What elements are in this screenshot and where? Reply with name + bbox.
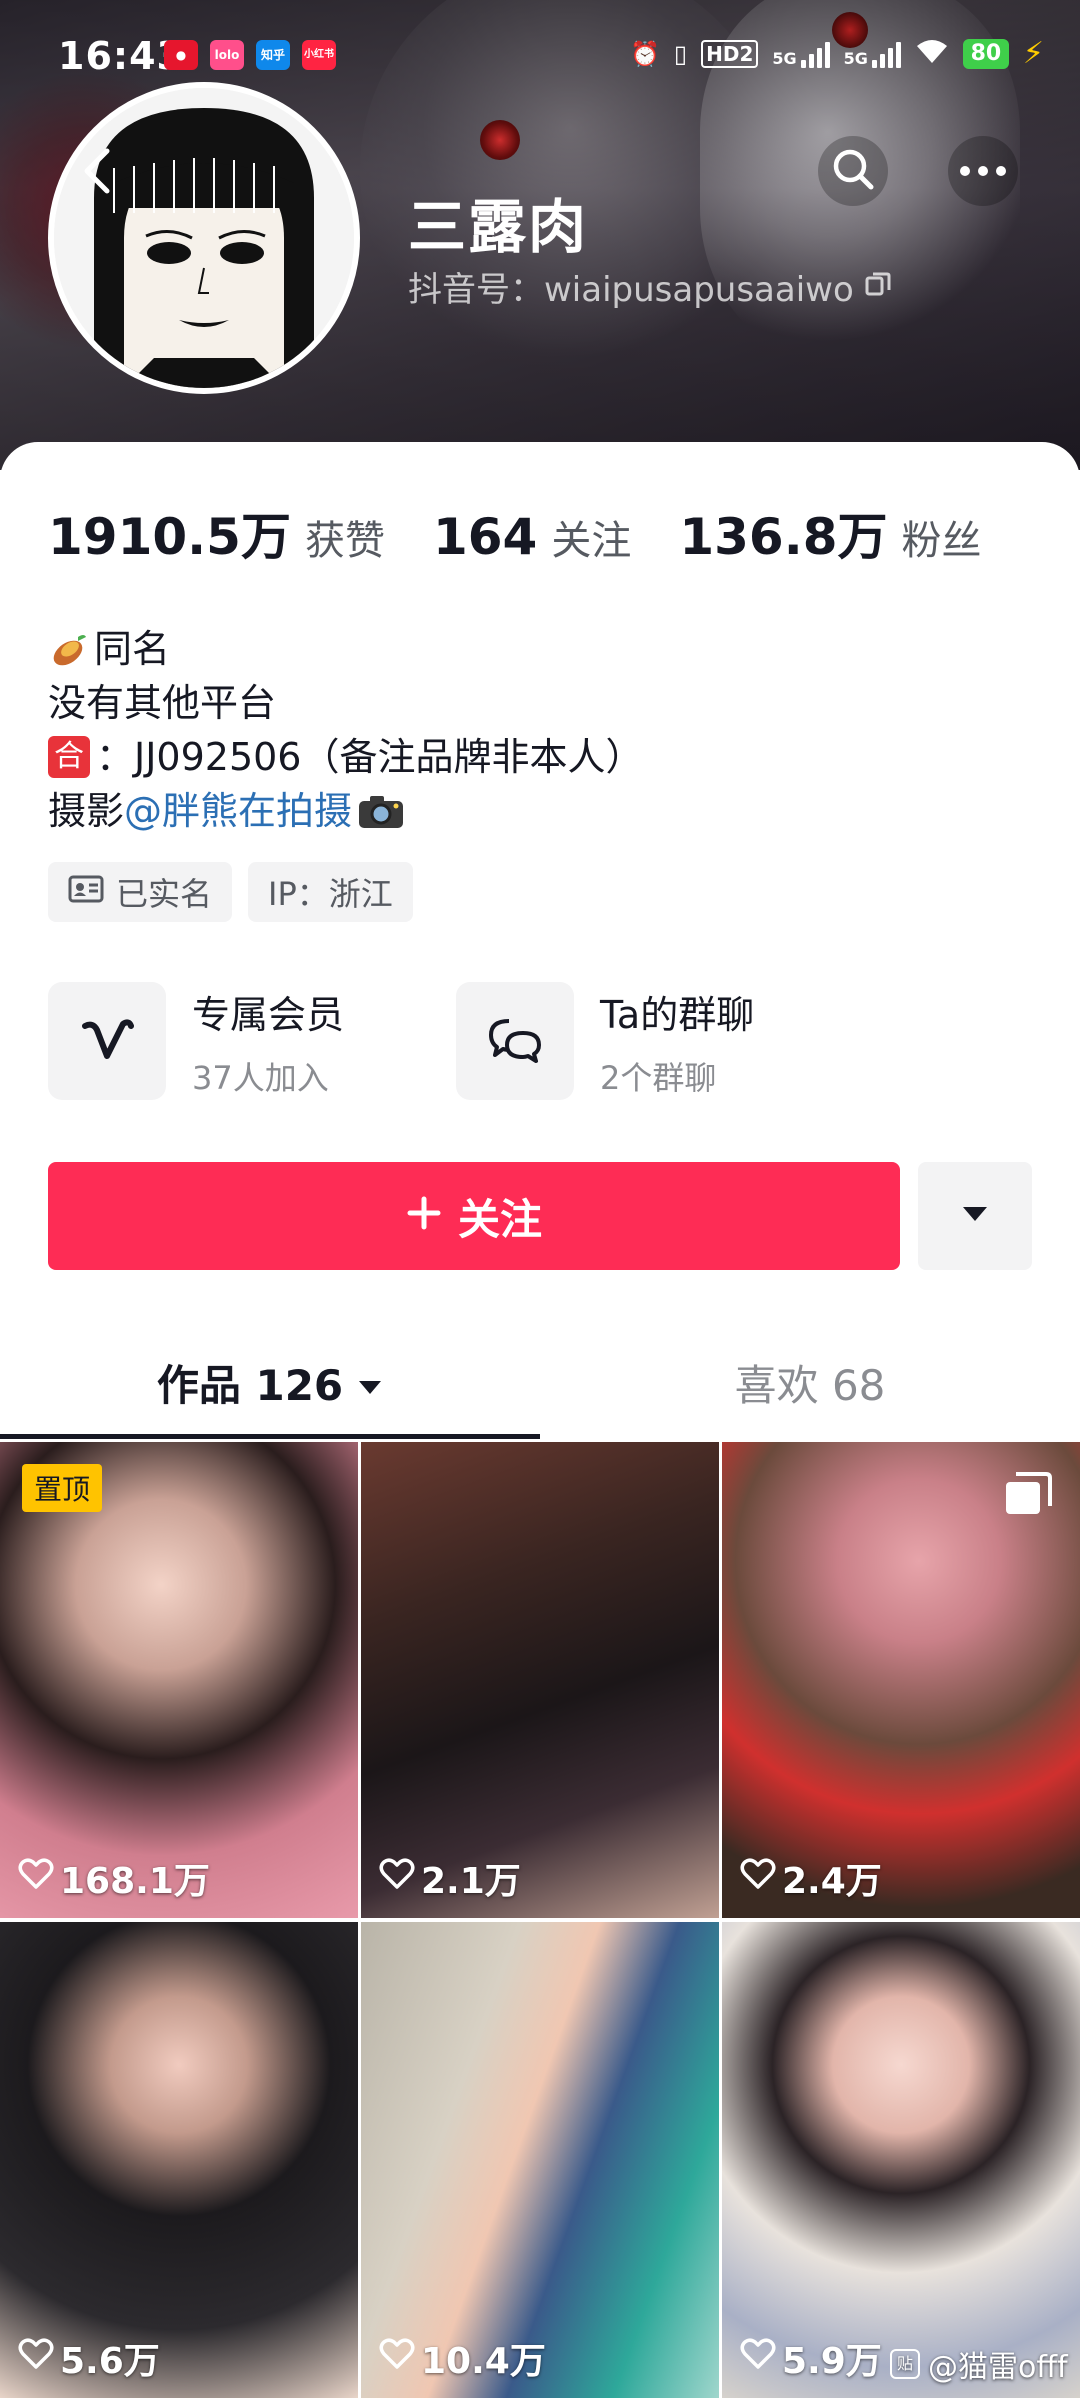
cooperation-icon: 合	[48, 736, 90, 778]
video-thumbnail[interactable]: 10.4万	[361, 1922, 719, 2398]
follow-button[interactable]: 关注	[48, 1162, 900, 1270]
profile-screen: 16:43 ● lolo 知乎 小红书 ⏰ ▯ HD2 5G 5G 80 ⚡ 三…	[0, 0, 1080, 2400]
watermark: 贴 @猫雷offf	[890, 2342, 1068, 2386]
group-chat-entry[interactable]: Ta的群聊 2个群聊	[456, 982, 864, 1100]
zhihu-icon: 知乎	[256, 40, 290, 70]
tab-likes[interactable]: 喜欢 68	[540, 1322, 1080, 1442]
bio: 同名 没有其他平台 合 ：JJ092506（备注品牌非本人） 摄影 @胖熊在拍摄	[48, 622, 643, 838]
stat-following[interactable]: 164 关注	[433, 508, 631, 566]
video-likes: 5.9万	[740, 2332, 882, 2384]
group-chat-icon	[456, 982, 574, 1100]
video-thumbnail[interactable]: 2.1万	[361, 1442, 719, 1918]
watermark-icon: 贴	[890, 2349, 920, 2379]
heart-icon	[740, 1858, 776, 1899]
bio-line-2: 没有其他平台	[48, 681, 277, 725]
copy-icon[interactable]	[864, 267, 892, 307]
profile-name: 三露肉	[408, 193, 589, 261]
video-likes: 5.6万	[18, 2332, 160, 2384]
heart-icon	[379, 2338, 415, 2379]
verified-tag[interactable]: 已实名	[48, 862, 233, 922]
signal-icon-1: 5G	[772, 40, 830, 68]
vibrate-icon: ▯	[673, 39, 688, 68]
caret-down-icon	[961, 1205, 989, 1227]
heart-icon	[379, 1858, 415, 1899]
wifi-icon	[915, 37, 949, 71]
video-likes: 168.1万	[18, 1852, 210, 1904]
video-likes: 10.4万	[379, 2332, 546, 2384]
plus-icon	[406, 1192, 442, 1241]
more-dots-icon	[959, 162, 1007, 181]
signal-icon-2: 5G	[844, 40, 901, 68]
photographer-mention-link[interactable]: @胖熊在拍摄	[124, 784, 352, 838]
tab-works[interactable]: 作品 126	[0, 1322, 540, 1442]
tab-indicator	[0, 1434, 540, 1439]
search-icon	[831, 147, 875, 195]
search-button[interactable]	[818, 136, 888, 206]
douyin-id[interactable]: 抖音号：wiaipusapusaaiwo	[408, 262, 892, 311]
video-thumbnail[interactable]: 5.6万	[0, 1922, 358, 2398]
video-grid: 置顶 168.1万 2.1万 2.4万 5.6万 10.4万 5.9万	[0, 1442, 1080, 2400]
profile-stats: 1910.5万 获赞 164 关注 136.8万 粉丝	[48, 497, 1029, 569]
lolo-icon: lolo	[210, 40, 244, 70]
notification-icons: ● lolo 知乎 小红书	[164, 40, 336, 70]
video-likes: 2.1万	[379, 1852, 521, 1904]
heart-icon	[740, 2338, 776, 2379]
stat-likes[interactable]: 1910.5万 获赞	[48, 497, 385, 569]
content-tabs: 作品 126 喜欢 68	[0, 1322, 1080, 1442]
back-button[interactable]	[62, 136, 132, 206]
more-button[interactable]	[948, 136, 1018, 206]
video-thumbnail[interactable]: 2.4万	[722, 1442, 1080, 1918]
membership-v-icon	[48, 982, 166, 1100]
alarm-icon: ⏰	[630, 39, 660, 68]
avatar[interactable]	[48, 82, 360, 394]
bio-line-4: 摄影 @胖熊在拍摄	[48, 784, 643, 838]
pinned-badge: 置顶	[22, 1464, 103, 1512]
recommend-dropdown-button[interactable]	[918, 1162, 1032, 1270]
stat-followers[interactable]: 136.8万 粉丝	[679, 497, 981, 569]
heart-icon	[18, 1858, 54, 1899]
profile-tags: 已实名 IP：浙江	[48, 862, 413, 922]
heart-icon	[18, 2338, 54, 2379]
battery-indicator: 80	[962, 38, 1009, 69]
hd-label: HD2	[701, 39, 759, 68]
charging-icon: ⚡	[1022, 36, 1044, 71]
video-thumbnail[interactable]: 置顶 168.1万	[0, 1442, 358, 1918]
weibo-icon: ●	[164, 40, 198, 70]
id-card-icon	[68, 873, 104, 911]
video-likes: 2.4万	[740, 1852, 882, 1904]
caret-down-icon	[357, 1358, 383, 1407]
sweet-potato-icon	[48, 629, 88, 669]
profile-features: 专属会员 37人加入 Ta的群聊 2个群聊	[48, 982, 864, 1100]
camera-icon	[356, 791, 406, 831]
video-thumbnail[interactable]: 5.9万	[722, 1922, 1080, 2398]
membership-entry[interactable]: 专属会员 37人加入	[48, 982, 456, 1100]
xiaohongshu-icon: 小红书	[302, 40, 336, 70]
system-status: ⏰ ▯ HD2 5G 5G 80 ⚡	[630, 36, 1044, 71]
bio-line-3: 合 ：JJ092506（备注品牌非本人）	[48, 730, 643, 784]
multi-image-icon	[1002, 1470, 1054, 1522]
ip-location-tag: IP：浙江	[248, 862, 413, 922]
bio-line-1: 同名	[48, 622, 643, 676]
